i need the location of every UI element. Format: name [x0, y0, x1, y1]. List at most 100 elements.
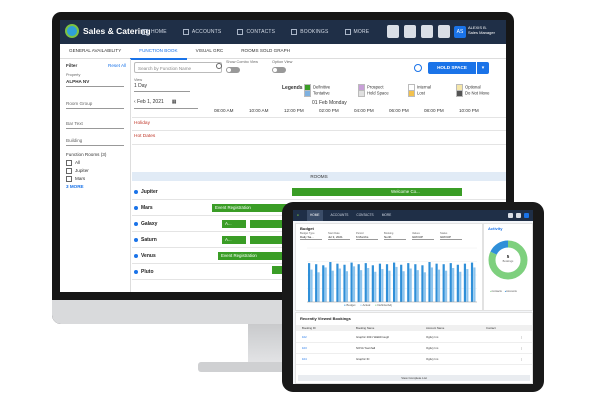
tab-general-availability[interactable]: GENERAL AVAILABILITY: [60, 44, 130, 58]
tablet-nav-more[interactable]: MORE: [382, 210, 392, 221]
tablet-nav-home[interactable]: HOME: [306, 210, 323, 221]
room-group-select[interactable]: Room Group: [66, 101, 92, 106]
room-info-icon[interactable]: [134, 189, 138, 194]
room-info-icon[interactable]: [134, 221, 138, 226]
room-row-mars[interactable]: Mars: [134, 205, 153, 211]
tablet-logo[interactable]: ●: [297, 210, 299, 221]
tab-visual-grc[interactable]: VISUAL GRC: [187, 44, 233, 58]
cell-id[interactable]: 104: [302, 357, 307, 361]
bar-actual: [352, 266, 356, 302]
nav-home[interactable]: HOME: [142, 20, 167, 44]
room-row-pluto[interactable]: Pluto: [134, 269, 154, 275]
room-option-all[interactable]: All: [66, 160, 80, 166]
legend-item: Tentative: [304, 90, 330, 97]
tablet-top-bar: ● HOME ACCOUNTS CONTACTS MORE: [293, 210, 533, 221]
accounts-icon: [182, 29, 189, 35]
legend-accounts: Accounts: [506, 290, 517, 293]
budget-filter-value: 6 Months: [356, 235, 378, 240]
checkbox-icon: [66, 160, 72, 166]
activity-card: Activity 5 Bookings ●Contacts ●Accounts: [483, 223, 533, 311]
refresh-icon[interactable]: [414, 64, 422, 72]
event-bar-galaxy[interactable]: A...: [222, 220, 246, 228]
combo-view-label: Show Combo View: [226, 60, 259, 64]
row-menu-icon[interactable]: ⋮: [520, 346, 523, 350]
col-booking-id: Booking ID: [302, 326, 316, 330]
tablet-nav-accounts[interactable]: ACCOUNTS: [331, 210, 349, 221]
tablet-nav-contacts[interactable]: CONTACTS: [356, 210, 373, 221]
hold-space-dropdown[interactable]: ▾: [477, 62, 489, 74]
room-option-jupiter[interactable]: Jupiter: [66, 168, 89, 174]
tab-function-book[interactable]: FUNCTION BOOK: [130, 44, 187, 60]
option-view-toggle[interactable]: [272, 67, 286, 73]
search-input[interactable]: Search by Function Name: [134, 62, 222, 73]
room-info-icon[interactable]: [134, 237, 138, 242]
search-icon[interactable]: [508, 213, 513, 218]
nav-more[interactable]: MORE: [344, 20, 370, 44]
building-select[interactable]: Building: [66, 138, 82, 143]
hold-space-button[interactable]: HOLD SPACE: [428, 62, 476, 74]
budget-filter-select[interactable]: Booking North: [384, 232, 406, 240]
user-menu[interactable]: ALEXIS B. Sales Manager: [468, 25, 502, 35]
activity-center-label: Bookings: [502, 260, 514, 263]
room-info-icon[interactable]: [134, 253, 138, 258]
cell-id[interactable]: 102: [302, 335, 307, 339]
budget-filter-select[interactable]: Status GROUP: [440, 232, 462, 240]
bar-actual: [416, 270, 419, 302]
budget-filter-select[interactable]: Budget Type Daily Sa...: [300, 232, 322, 240]
budget-filter-select[interactable]: Period 6 Months: [356, 232, 378, 240]
bar-actual: [338, 268, 341, 302]
room-row-galaxy[interactable]: Galaxy: [134, 221, 157, 227]
tab-rooms-sold-graph[interactable]: ROOMS SOLD GRAPH: [232, 44, 299, 58]
avatar[interactable]: [524, 213, 529, 218]
date-picker[interactable]: ‹ Feb 1, 2021 ▦: [134, 99, 198, 109]
bar-text-select[interactable]: Bar Text: [66, 121, 83, 126]
user-avatar[interactable]: AS: [454, 26, 466, 38]
budget-filter-select[interactable]: Start Date Jul 3, 2021: [328, 232, 350, 240]
notifications-icon[interactable]: [438, 25, 450, 38]
event-bar-saturn[interactable]: A...: [222, 236, 246, 244]
calendar-icon[interactable]: ▦: [172, 99, 177, 105]
tablet-nav: ● HOME ACCOUNTS CONTACTS MORE: [297, 210, 399, 221]
profile-icon[interactable]: [516, 213, 521, 218]
room-info-icon[interactable]: [134, 205, 138, 210]
reset-all-link[interactable]: Reset All: [108, 63, 126, 68]
app-logo[interactable]: Sales & Catering: [65, 24, 151, 38]
room-row-saturn[interactable]: Saturn: [134, 237, 157, 243]
date-heading: 01 Feb Monday: [312, 100, 347, 106]
event-bar-jupiter[interactable]: Welcome Co...: [292, 188, 462, 196]
room-option-mars[interactable]: Mars: [66, 176, 85, 182]
nav-bookings[interactable]: BOOKINGS: [291, 20, 328, 44]
budget-title: Budget: [300, 226, 314, 231]
bar-budget: [463, 263, 467, 302]
nav-contacts[interactable]: CONTACTS: [237, 20, 275, 44]
view-label: View: [134, 78, 143, 82]
function-rooms-header[interactable]: Function Rooms (3): [66, 152, 106, 157]
budget-filter-select[interactable]: Values GROUP: [412, 232, 434, 240]
row-menu-icon[interactable]: ⋮: [520, 357, 523, 361]
combo-view-toggle[interactable]: [226, 67, 240, 73]
time-label: 10:00 PM: [459, 108, 479, 113]
help-icon[interactable]: [421, 25, 433, 38]
time-label: 08:00 AM: [214, 108, 234, 113]
room-row-jupiter[interactable]: Jupiter: [134, 189, 158, 195]
contacts-icon: [237, 29, 244, 35]
budget-filter-value: Jul 3, 2021: [328, 235, 350, 240]
divider: [132, 144, 506, 145]
function-book-toolbar: Search by Function Name Show Combo View …: [132, 60, 504, 76]
property-select[interactable]: ALPHA NV: [66, 79, 89, 84]
profile-icon[interactable]: [404, 25, 416, 38]
bar-budget: [385, 264, 389, 302]
calendar-icon[interactable]: [387, 25, 399, 38]
view-select[interactable]: 1 Day: [134, 83, 190, 92]
cell-id[interactable]: 103: [302, 346, 307, 350]
row-menu-icon[interactable]: ⋮: [520, 335, 523, 339]
legend-label: Tentative: [313, 90, 330, 96]
activity-center-value: 5: [506, 254, 510, 259]
nav-accounts[interactable]: ACCOUNTS: [182, 20, 222, 44]
view-complete-list-button[interactable]: View Complete List: [298, 375, 530, 381]
room-row-venus[interactable]: Venus: [134, 253, 156, 259]
more-rooms-link[interactable]: 3 MORE: [66, 184, 84, 189]
room-name: Saturn: [141, 237, 157, 243]
room-info-icon[interactable]: [134, 269, 138, 274]
divider: [296, 353, 532, 354]
